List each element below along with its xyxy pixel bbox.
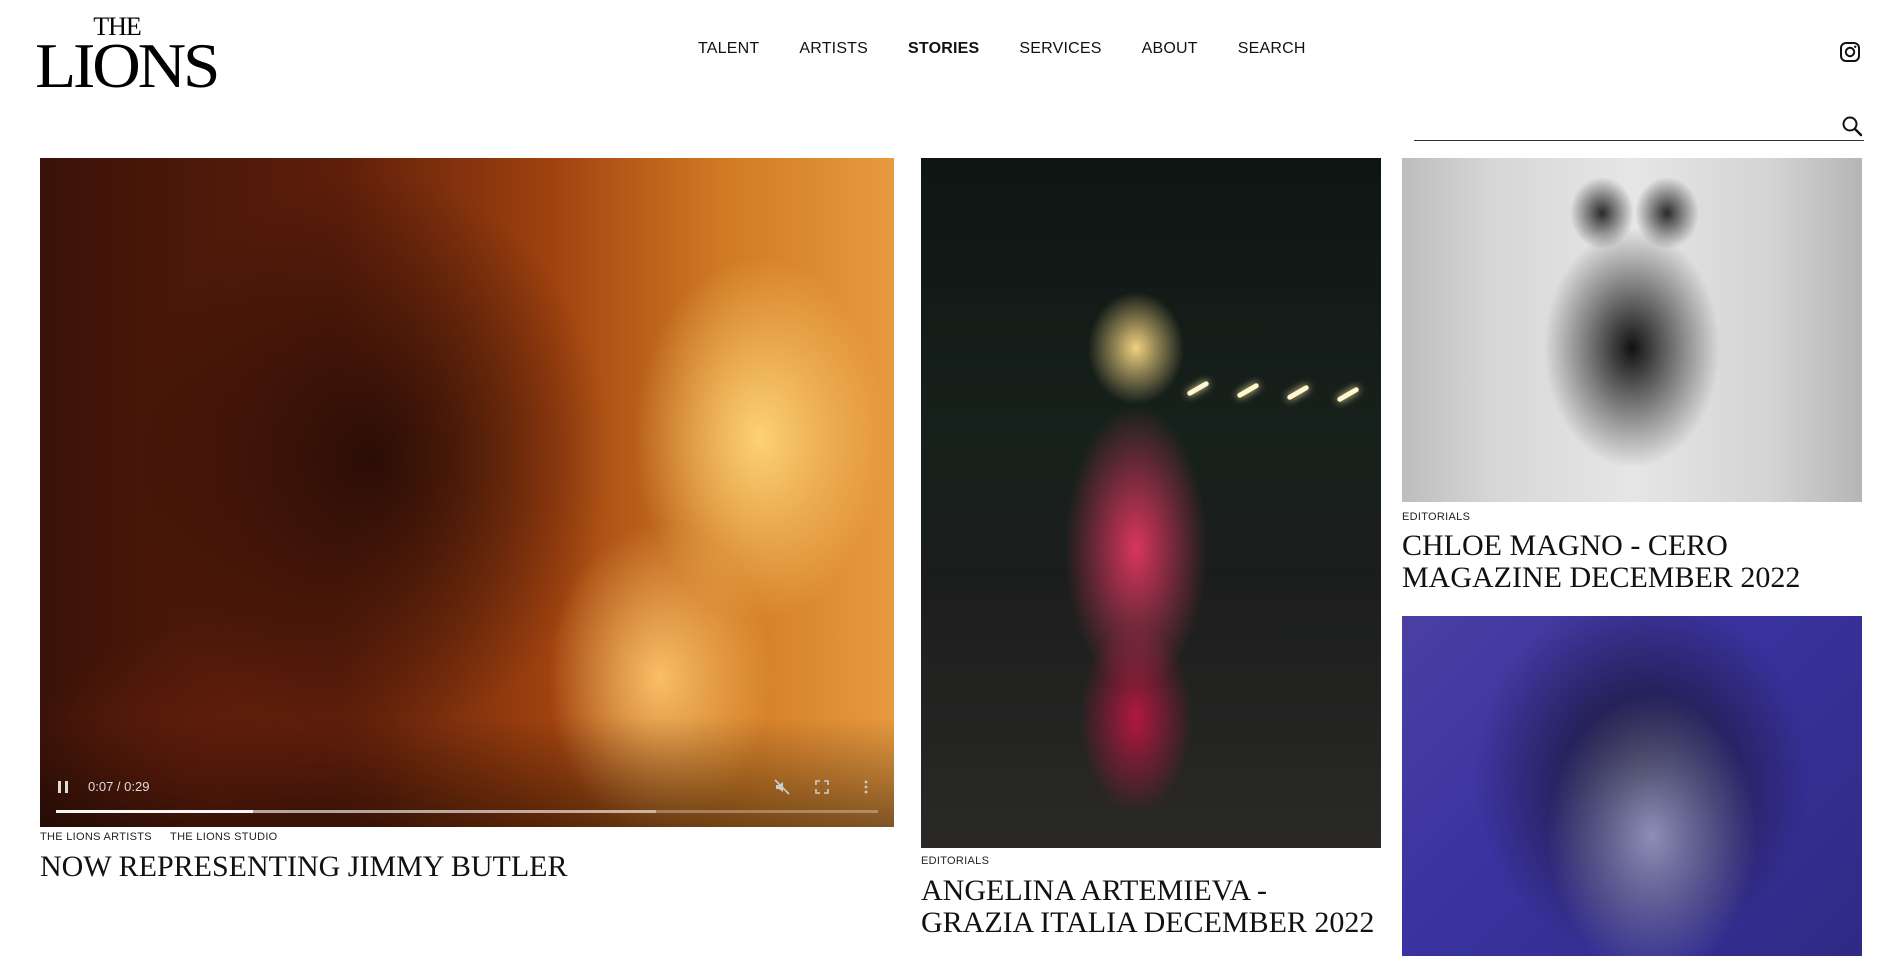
story-image-chloe[interactable] <box>1402 158 1862 502</box>
more-options-icon[interactable] <box>858 779 874 795</box>
story-title[interactable]: NOW REPRESENTING JIMMY BUTLER <box>40 851 860 883</box>
story-video[interactable]: 0:07 / 0:29 <box>40 158 894 827</box>
main-nav: TALENT ARTISTS STORIES SERVICES ABOUT SE… <box>698 40 1346 58</box>
nav-artists[interactable]: ARTISTS <box>799 40 868 58</box>
logo-line-lions: LIONS <box>35 30 220 101</box>
tag-the-lions-artists[interactable]: THE LIONS ARTISTS <box>40 831 152 843</box>
story-tags: THE LIONS ARTISTS THE LIONS STUDIO <box>40 831 293 843</box>
tag-editorials[interactable]: EDITORIALS <box>921 855 989 867</box>
video-progress-track[interactable] <box>56 810 878 813</box>
tag-the-lions-studio[interactable]: THE LIONS STUDIO <box>170 831 277 843</box>
story-title[interactable]: CHLOE MAGNO - CERO MAGAZINE DECEMBER 202… <box>1402 530 1872 594</box>
story-tags: EDITORIALS <box>921 855 1004 867</box>
video-controls: 0:07 / 0:29 <box>40 767 894 827</box>
story-title[interactable]: ANGELINA ARTEMIEVA - GRAZIA ITALIA DECEM… <box>921 875 1381 939</box>
search-bar <box>1414 108 1864 141</box>
story-image-angelina[interactable] <box>921 158 1381 848</box>
mute-icon[interactable] <box>774 779 790 795</box>
pause-icon[interactable] <box>58 781 70 793</box>
nav-stories[interactable]: STORIES <box>908 40 979 58</box>
story-tags: EDITORIALS <box>1402 511 1485 523</box>
fullscreen-icon[interactable] <box>814 779 830 795</box>
nav-talent[interactable]: TALENT <box>698 40 759 58</box>
story-image-portrait[interactable] <box>1402 616 1862 956</box>
video-played-bar <box>56 810 254 813</box>
instagram-icon[interactable] <box>1839 41 1861 63</box>
nav-search[interactable]: SEARCH <box>1238 40 1306 58</box>
video-time: 0:07 / 0:29 <box>88 779 150 794</box>
nav-about[interactable]: ABOUT <box>1142 40 1198 58</box>
site-logo[interactable]: THE LIONS <box>35 14 220 98</box>
street-lights-decor <box>1176 380 1381 410</box>
tag-editorials[interactable]: EDITORIALS <box>1402 511 1470 523</box>
search-input[interactable] <box>1414 108 1824 139</box>
nav-services[interactable]: SERVICES <box>1019 40 1101 58</box>
search-icon[interactable] <box>1840 114 1864 138</box>
